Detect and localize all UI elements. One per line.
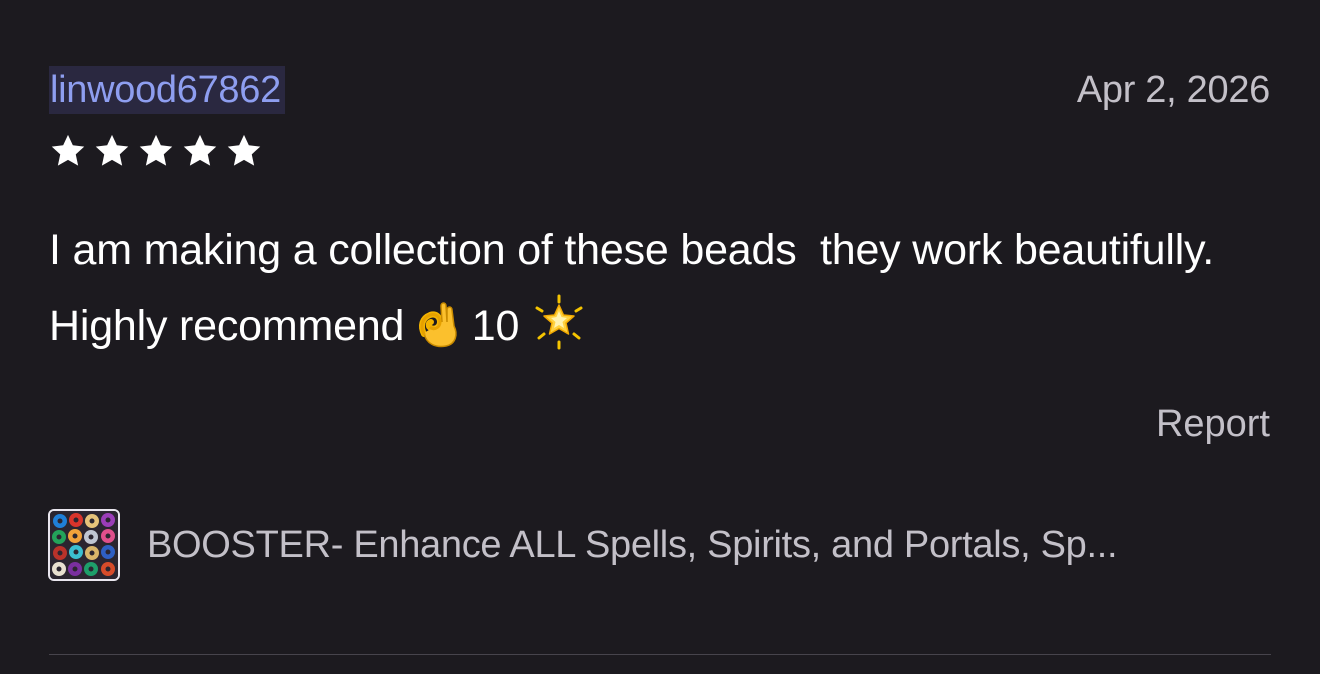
product-link[interactable]: BOOSTER- Enhance ALL Spells, Spirits, an… <box>48 507 1270 583</box>
star-rating <box>49 132 263 170</box>
glowing-star-icon <box>531 294 587 374</box>
star-icon <box>95 134 129 166</box>
product-thumbnail[interactable] <box>48 509 120 581</box>
review-card: linwood67862 Apr 2, 2026 I am making a c… <box>0 0 1320 674</box>
review-text-part1: I am making a collection of these beads … <box>49 226 1238 350</box>
star-icon <box>183 134 217 166</box>
report-link[interactable]: Report <box>1156 400 1270 448</box>
reviewer-username[interactable]: linwood67862 <box>49 66 285 114</box>
divider <box>49 654 1271 655</box>
ok-hand-icon <box>416 298 460 374</box>
star-icon <box>139 134 173 166</box>
star-icon <box>51 134 85 166</box>
review-date: Apr 2, 2026 <box>1076 69 1270 111</box>
product-title[interactable]: BOOSTER- Enhance ALL Spells, Spirits, an… <box>147 521 1117 569</box>
review-text-part2: 10 <box>460 302 531 350</box>
star-icon <box>227 134 261 166</box>
beads-thumbnail-image <box>50 511 118 579</box>
review-text: I am making a collection of these beads … <box>49 212 1229 374</box>
